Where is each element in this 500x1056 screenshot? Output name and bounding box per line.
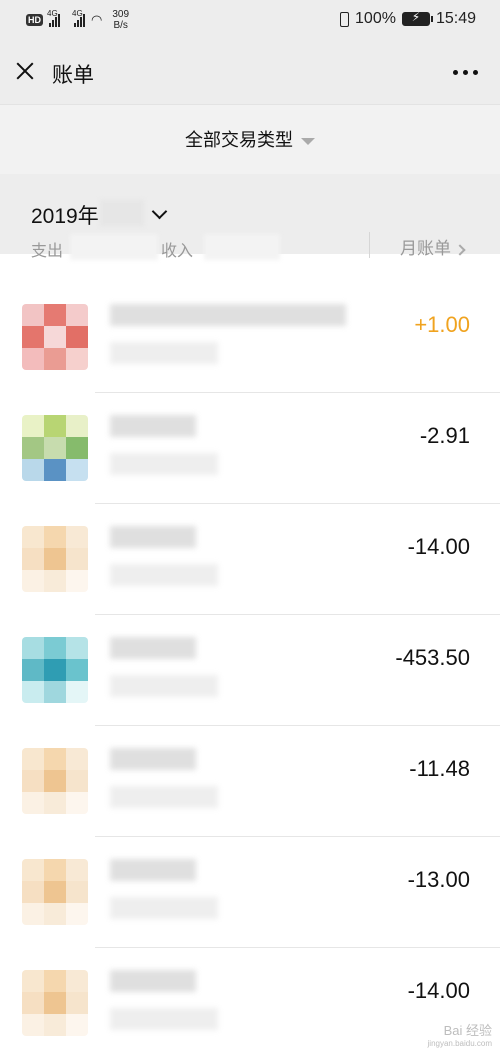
more-icon[interactable] (453, 70, 478, 75)
status-bar-right: 100% ⚡ 15:49 (340, 10, 476, 28)
nav-bar: 账单 (0, 42, 500, 104)
net-speed: 309 B/s (112, 9, 129, 31)
merchant-avatar (22, 304, 88, 370)
transaction-row[interactable]: -11.48 (0, 726, 500, 837)
watermark-text: Bai 经验 (443, 1023, 492, 1038)
status-bar: HD 4G 4G ◠ 309 B/s 100% ⚡ 15:49 (0, 0, 500, 42)
month-selector[interactable]: 2019年 (31, 200, 99, 230)
signal-2-label: 4G (72, 9, 83, 18)
blurred-expense-value (70, 234, 158, 260)
blurred-merchant-name (110, 748, 196, 770)
summary-text: 支出 收入 (31, 237, 193, 261)
page-title: 账单 (52, 64, 94, 87)
signal-1-label: 4G (47, 9, 58, 18)
battery-percent: 100% (355, 10, 396, 27)
blurred-transaction-time (110, 564, 218, 586)
baidu-watermark: Bai 经验 jingyan.baidu.com (428, 1020, 492, 1048)
blurred-transaction-time (110, 786, 218, 808)
blurred-income-value (204, 234, 280, 260)
chevron-right-icon (454, 243, 466, 256)
income-label: 收入 (161, 243, 194, 260)
wifi-icon: ◠ (91, 12, 103, 27)
net-speed-unit: B/s (113, 20, 128, 31)
transaction-row[interactable]: -14.00 (0, 504, 500, 615)
blurred-merchant-name (110, 526, 196, 548)
monthly-bill-label: 月账单 (400, 239, 451, 258)
monthly-bill-link[interactable]: 月账单 (400, 234, 466, 259)
blurred-transaction-time (110, 897, 218, 919)
net-speed-value: 309 (112, 9, 130, 20)
vibrate-icon (340, 11, 350, 27)
transaction-amount: -11.48 (409, 756, 470, 781)
month-summary: 2019年 支出 收入 月账单 (0, 174, 500, 260)
transaction-amount: -2.91 (419, 423, 470, 448)
hd-badge: HD (26, 14, 43, 26)
blurred-month (100, 200, 144, 226)
signal-icon-1: 4G (47, 9, 60, 27)
watermark-url: jingyan.baidu.com (427, 1039, 492, 1048)
transaction-row[interactable]: -2.91 (0, 393, 500, 504)
transaction-row[interactable]: -13.00 (0, 837, 500, 948)
transaction-amount: -14.00 (407, 534, 470, 559)
blurred-merchant-name (110, 304, 346, 326)
transaction-type-filter[interactable]: 全部交易类型 (0, 104, 500, 174)
blurred-merchant-name (110, 970, 196, 992)
filter-label: 全部交易类型 (185, 130, 293, 150)
clock: 15:49 (435, 10, 476, 27)
merchant-avatar (22, 526, 88, 592)
summary-divider (369, 232, 370, 258)
transaction-amount: -13.00 (407, 867, 470, 892)
battery-icon: ⚡ (401, 10, 433, 26)
merchant-avatar (22, 859, 88, 925)
blurred-merchant-name (110, 415, 196, 437)
merchant-avatar (22, 970, 88, 1036)
transaction-row[interactable]: -453.50 (0, 615, 500, 726)
blurred-transaction-time (110, 1008, 218, 1030)
transaction-list: +1.00 -2.91 -14.00 -453.50 -11.48 -13.00 -14.0… (0, 282, 500, 1056)
merchant-avatar (22, 415, 88, 481)
transaction-amount: -14.00 (407, 978, 470, 1003)
status-bar-left: HD 4G 4G ◠ 309 B/s (26, 9, 129, 31)
transaction-row[interactable]: -14.00 (0, 948, 500, 1056)
blurred-merchant-name (110, 859, 196, 881)
close-icon[interactable] (14, 60, 36, 82)
transaction-amount: -453.50 (395, 645, 470, 670)
signal-icon-2: 4G (72, 9, 85, 27)
merchant-avatar (22, 637, 88, 703)
chevron-down-icon[interactable] (151, 203, 168, 220)
expense-label: 支出 (31, 243, 64, 260)
blurred-merchant-name (110, 637, 196, 659)
caret-down-icon (301, 137, 315, 145)
merchant-avatar (22, 748, 88, 814)
blurred-transaction-time (110, 342, 218, 364)
transaction-row[interactable]: +1.00 (0, 282, 500, 393)
blurred-transaction-time (110, 675, 218, 697)
transaction-amount: +1.00 (414, 312, 470, 337)
blurred-transaction-time (110, 453, 218, 475)
filter-dropdown[interactable]: 全部交易类型 (0, 126, 500, 152)
